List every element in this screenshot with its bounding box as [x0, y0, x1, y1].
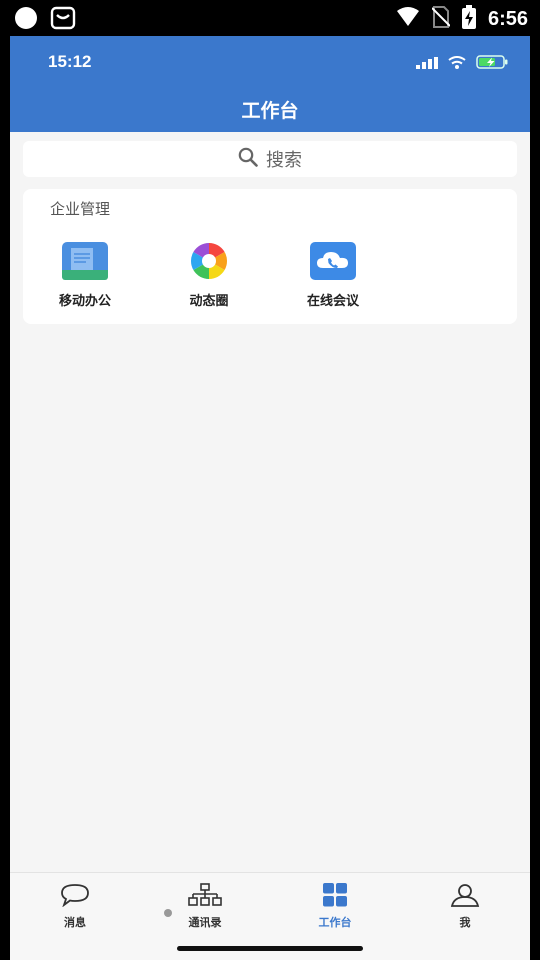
- app-header: 15:12 工作台: [10, 36, 530, 132]
- wifi-icon: [396, 7, 420, 31]
- battery-charging-icon: [476, 54, 508, 73]
- tab-label: 我: [459, 916, 471, 929]
- app-label: 动态圈: [189, 294, 229, 309]
- search-bar[interactable]: 搜索: [23, 141, 517, 177]
- home-indicator[interactable]: [177, 946, 363, 951]
- app-moments[interactable]: 动态圈: [147, 242, 271, 309]
- unread-dot: [164, 909, 172, 917]
- search-icon: [238, 147, 258, 172]
- person-icon: [450, 883, 480, 911]
- wifi-icon: [448, 54, 466, 73]
- signal-icon: [416, 54, 438, 73]
- section-title: 企业管理: [50, 200, 111, 218]
- app-mobile-office[interactable]: 移动办公: [23, 242, 147, 309]
- grid-icon: [322, 883, 348, 911]
- system-clock: 6:56: [487, 7, 528, 30]
- tab-label: 消息: [64, 916, 86, 929]
- chat-bubble-icon: [60, 883, 90, 911]
- enterprise-management-card: 企业管理 移动办公 动态圈 在线会议: [23, 189, 517, 324]
- app-online-meeting[interactable]: 在线会议: [271, 242, 395, 309]
- system-status-bar: 6:56: [0, 0, 540, 36]
- shopping-bag-icon: [50, 6, 76, 34]
- app-label: 移动办公: [58, 294, 111, 309]
- tab-label: 工作台: [318, 916, 352, 929]
- cloud-phone-icon: [310, 242, 356, 280]
- no-sim-icon: [431, 6, 451, 32]
- battery-charging-icon: [461, 5, 476, 33]
- org-chart-icon: [188, 883, 222, 911]
- aperture-icon: [186, 242, 232, 280]
- app-grid: 移动办公 动态圈 在线会议: [23, 242, 517, 309]
- app-status-icons: [416, 54, 508, 73]
- tab-label: 通讯录: [188, 916, 222, 929]
- page-title: 工作台: [241, 100, 299, 122]
- tab-me[interactable]: 我: [400, 873, 530, 960]
- app-screen: 15:12 工作台 搜索 企业管理 移动办公 动态圈 在线会议 消息 通讯录 工…: [10, 36, 530, 960]
- device: 6:56 15:12 工作台 搜索 企业管理 移动办公 动态圈 在线会议 消息 …: [0, 0, 540, 960]
- document-icon: [62, 242, 108, 280]
- record-dot-icon: [14, 6, 38, 34]
- app-status-time: 15:12: [48, 52, 92, 71]
- tab-messages[interactable]: 消息: [10, 873, 140, 960]
- search-label: 搜索: [266, 150, 302, 171]
- app-label: 在线会议: [306, 294, 359, 309]
